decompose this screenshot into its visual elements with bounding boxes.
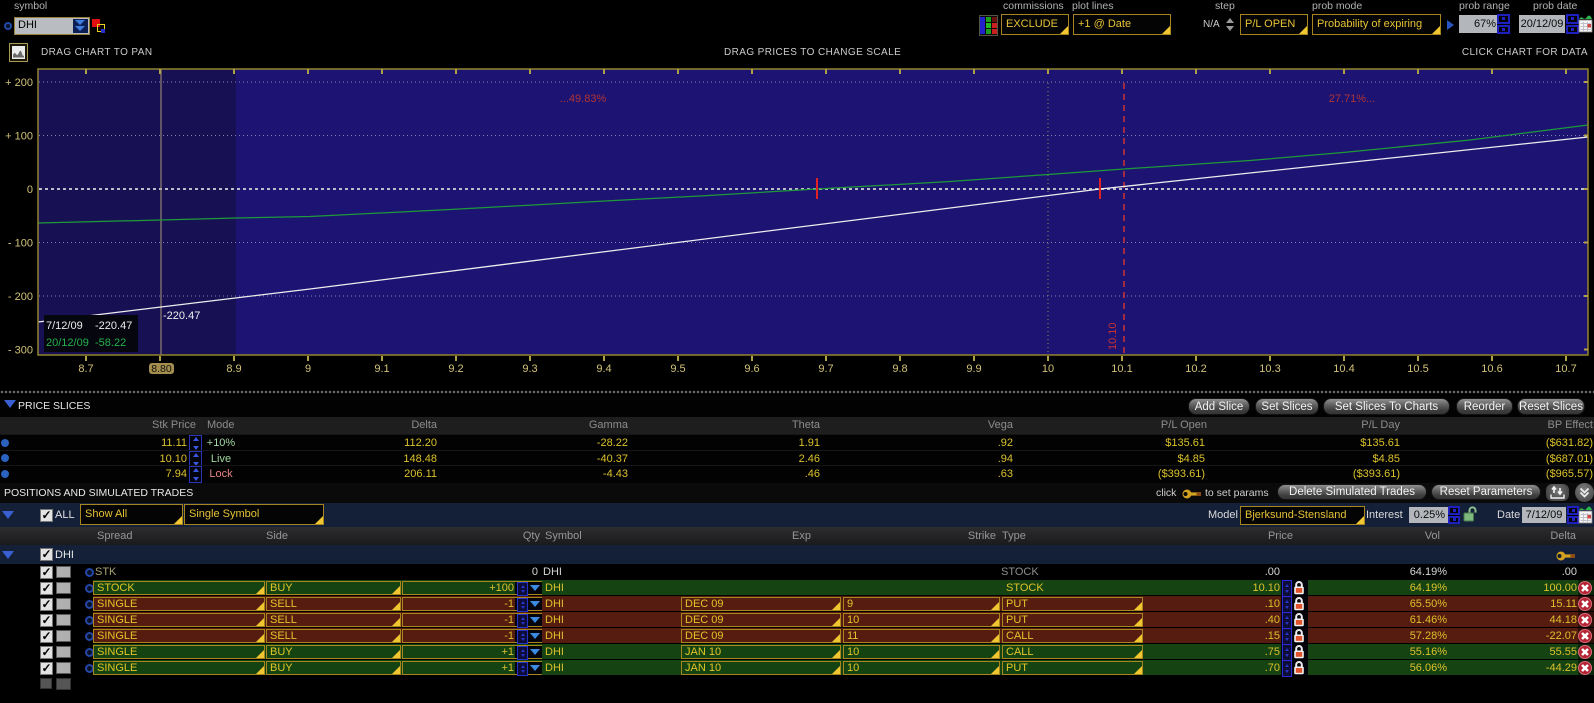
svg-text:9.6: 9.6 (744, 363, 759, 375)
svg-text:8.9: 8.9 (226, 363, 241, 375)
svg-text:10.4: 10.4 (1333, 363, 1354, 375)
svg-text:+ 200: + 200 (5, 77, 33, 89)
svg-text:9.5: 9.5 (670, 363, 685, 375)
svg-text:9.9: 9.9 (966, 363, 981, 375)
svg-text:9.1: 9.1 (374, 363, 389, 375)
svg-text:9.8: 9.8 (892, 363, 907, 375)
svg-text:9.3: 9.3 (522, 363, 537, 375)
svg-text:- 200: - 200 (8, 291, 33, 303)
svg-text:9.4: 9.4 (596, 363, 611, 375)
svg-text:-58.22: -58.22 (95, 337, 126, 349)
svg-text:0: 0 (27, 184, 33, 196)
svg-text:-220.47: -220.47 (95, 320, 132, 332)
svg-text:10: 10 (1042, 363, 1054, 375)
svg-text:10.7: 10.7 (1555, 363, 1576, 375)
svg-text:27.71%...: 27.71%... (1329, 93, 1375, 105)
svg-text:9.7: 9.7 (818, 363, 833, 375)
svg-text:...49.83%: ...49.83% (560, 93, 607, 105)
svg-text:10.6: 10.6 (1481, 363, 1502, 375)
svg-text:-220.47: -220.47 (163, 310, 200, 322)
svg-text:8.7: 8.7 (78, 363, 93, 375)
svg-text:9.2: 9.2 (448, 363, 463, 375)
svg-text:7/12/09: 7/12/09 (46, 320, 83, 332)
svg-text:+ 100: + 100 (5, 131, 33, 143)
svg-text:8.80: 8.80 (151, 363, 172, 375)
svg-text:- 100: - 100 (8, 238, 33, 250)
svg-text:9: 9 (305, 363, 311, 375)
svg-text:20/12/09: 20/12/09 (46, 337, 89, 349)
svg-text:10.3: 10.3 (1259, 363, 1280, 375)
svg-text:10.10: 10.10 (1107, 322, 1119, 350)
svg-text:10.1: 10.1 (1111, 363, 1132, 375)
svg-text:10.5: 10.5 (1407, 363, 1428, 375)
svg-text:10.2: 10.2 (1185, 363, 1206, 375)
svg-text:- 300: - 300 (8, 345, 33, 357)
